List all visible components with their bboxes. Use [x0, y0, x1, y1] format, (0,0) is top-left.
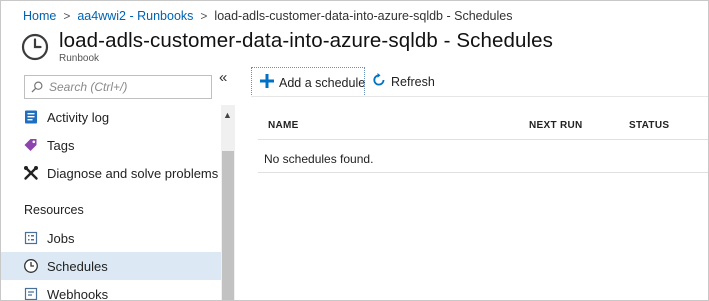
sidebar: « Activity log Tags Di	[1, 67, 235, 301]
sidebar-item-tags[interactable]: Tags	[1, 131, 221, 159]
clock-icon	[24, 259, 38, 273]
sidebar-search[interactable]	[24, 75, 212, 99]
refresh-button[interactable]: Refresh	[371, 67, 441, 95]
sidebar-item-label: Jobs	[47, 231, 75, 246]
table-header: NAME NEXT RUN STATUS	[258, 109, 708, 140]
jobs-icon	[24, 231, 38, 245]
wrench-icon	[24, 166, 38, 180]
sidebar-item-label: Diagnose and solve problems	[47, 166, 219, 181]
sidebar-item-diagnose[interactable]: Diagnose and solve problems	[1, 159, 221, 187]
sidebar-item-label: Tags	[47, 138, 75, 153]
add-schedule-label: Add a schedule	[279, 76, 366, 90]
tag-icon	[24, 139, 37, 151]
breadcrumb-home-link[interactable]: Home	[23, 9, 56, 23]
breadcrumb-separator: >	[200, 9, 208, 23]
collapse-sidebar-button[interactable]: «	[219, 69, 227, 86]
sidebar-item-label: Schedules	[47, 259, 108, 274]
breadcrumb-runbooks-link[interactable]: aa4wwi2 - Runbooks	[77, 9, 193, 23]
page-title: load-adls-customer-data-into-azure-sqldb…	[59, 29, 554, 52]
search-icon	[31, 81, 43, 93]
column-header-next-run[interactable]: NEXT RUN	[529, 120, 583, 131]
sidebar-item-activity-log[interactable]: Activity log	[1, 103, 221, 131]
refresh-icon	[373, 73, 385, 86]
plus-icon	[260, 74, 274, 88]
app-frame: Home > aa4wwi2 - Runbooks > load-adls-cu…	[0, 0, 709, 301]
sidebar-item-schedules[interactable]: Schedules	[1, 252, 221, 280]
refresh-label: Refresh	[391, 75, 435, 89]
sidebar-item-jobs[interactable]: Jobs	[1, 224, 221, 252]
scrollbar-thumb[interactable]	[222, 151, 234, 300]
toolbar-divider	[251, 96, 708, 97]
sidebar-item-label: Activity log	[47, 110, 110, 125]
column-header-name[interactable]: NAME	[268, 120, 299, 131]
webhook-icon	[24, 287, 38, 300]
sidebar-item-webhooks[interactable]: Webhooks	[1, 280, 221, 301]
sidebar-item-label: Webhooks	[47, 287, 109, 301]
page-subtitle: Runbook	[59, 53, 100, 64]
breadcrumb-separator: >	[63, 9, 71, 23]
breadcrumb-current: load-adls-customer-data-into-azure-sqldb…	[214, 9, 513, 23]
column-header-status[interactable]: STATUS	[629, 120, 669, 131]
section-header-resources: Resources	[24, 203, 84, 217]
breadcrumb: Home > aa4wwi2 - Runbooks > load-adls-cu…	[23, 7, 512, 25]
activity-log-icon	[25, 110, 37, 124]
clock-icon	[21, 33, 49, 61]
empty-message: No schedules found.	[264, 152, 374, 166]
table-row: No schedules found.	[258, 142, 708, 173]
scroll-up-arrow-icon[interactable]: ▲	[223, 110, 232, 120]
add-schedule-button[interactable]: Add a schedule	[251, 67, 365, 97]
search-input[interactable]	[49, 80, 199, 94]
